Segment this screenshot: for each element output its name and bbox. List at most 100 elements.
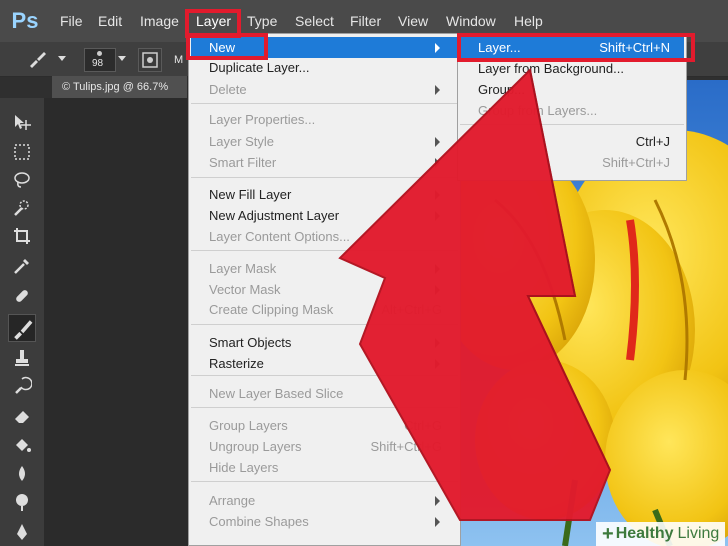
layer-menu-item-layer-properties[interactable]: Layer Properties... bbox=[209, 110, 446, 130]
submenu-arrow-icon bbox=[435, 338, 440, 348]
menu-item-label: Layer Properties... bbox=[209, 112, 316, 127]
watermark-logo: + Healthy Living bbox=[596, 522, 726, 546]
clone-stamp-tool-icon[interactable] bbox=[12, 348, 32, 368]
menu-item-shortcut: Ctrl+G bbox=[404, 418, 442, 433]
layer-menu-item-new-layer-based-slice[interactable]: New Layer Based Slice bbox=[209, 384, 446, 404]
menu-separator-sep-2 bbox=[191, 177, 458, 178]
paint-bucket-tool-icon[interactable] bbox=[12, 436, 32, 456]
submenu-item-shortcut: Shift+Ctrl+J bbox=[602, 155, 670, 170]
submenu-arrow-icon bbox=[435, 264, 440, 274]
submenu-arrow-icon bbox=[435, 43, 440, 53]
new-submenu-item-shortcut-5[interactable]: Shift+Ctrl+J bbox=[478, 153, 678, 173]
layer-menu-item-new-fill-layer[interactable]: New Fill Layer bbox=[209, 185, 446, 205]
tools-panel bbox=[0, 98, 45, 546]
layer-menu-item-smart-objects[interactable]: Smart Objects bbox=[209, 333, 446, 353]
layer-menu-item-smart-filter[interactable]: Smart Filter bbox=[209, 153, 446, 173]
layer-item-callout bbox=[457, 33, 695, 62]
menu-separator-sep-5 bbox=[191, 375, 458, 376]
brush-panel-icon bbox=[142, 52, 158, 68]
new-submenu-item-group-from-layers[interactable]: Group from Layers... bbox=[478, 101, 678, 121]
brush-size-picker[interactable]: 98 bbox=[84, 48, 116, 72]
new-item-callout bbox=[186, 33, 268, 60]
menu-item-label: Smart Objects bbox=[209, 335, 292, 350]
brush-tool-icon[interactable] bbox=[26, 48, 48, 70]
submenu-item-label: Group... bbox=[478, 82, 525, 97]
layer-menu-dropdown: New Duplicate Layer... Delete Layer Propert… bbox=[188, 33, 461, 546]
document-tab[interactable]: © Tulips.jpg @ 66.7% bbox=[52, 76, 188, 98]
eraser-tool-icon[interactable] bbox=[12, 406, 32, 426]
healing-brush-tool-icon[interactable] bbox=[12, 286, 32, 306]
photoshop-window: Ps File Edit Image Layer Type Select Fil… bbox=[0, 0, 728, 546]
menu-item-label: Duplicate Layer... bbox=[209, 60, 310, 75]
menu-item-label: Create Clipping Mask bbox=[209, 302, 334, 317]
pen-tool-icon[interactable] bbox=[12, 522, 32, 542]
brush-dot-icon bbox=[97, 51, 102, 56]
tool-preset-chevron-down-icon[interactable] bbox=[58, 56, 66, 61]
dodge-tool-icon[interactable] bbox=[12, 492, 32, 512]
new-submenu-item-layer-from-background[interactable]: Layer from Background... bbox=[478, 59, 678, 79]
submenu-arrow-icon bbox=[435, 285, 440, 295]
submenu-item-shortcut: Ctrl+J bbox=[635, 134, 670, 149]
submenu-arrow-icon bbox=[435, 517, 440, 527]
submenu-arrow-icon bbox=[435, 190, 440, 200]
layer-menu-item-ungroup-layers[interactable]: Ungroup Layers Shift+Ctrl+G bbox=[209, 437, 446, 457]
watermark-word-1: Healthy bbox=[615, 525, 674, 542]
submenu-arrow-icon bbox=[435, 211, 440, 221]
marquee-tool-icon[interactable] bbox=[12, 142, 32, 162]
submenu-item-label: Layer from Background... bbox=[478, 61, 624, 76]
layer-menu-item-layer-mask[interactable]: Layer Mask bbox=[209, 259, 446, 279]
menu-separator-sep-6 bbox=[191, 407, 458, 408]
menu-item-label: Layer Style bbox=[209, 134, 275, 149]
menu-separator-sep-7 bbox=[191, 481, 458, 482]
layer-menu-item-arrange[interactable]: Arrange bbox=[209, 491, 446, 511]
menu-edit[interactable]: Edit bbox=[98, 0, 122, 42]
menu-item-label: Hide Layers bbox=[209, 460, 279, 475]
brush-tool-selected-icon[interactable] bbox=[8, 314, 36, 342]
layer-menu-item-group-layers[interactable]: Group Layers Ctrl+G bbox=[209, 416, 446, 436]
menu-image[interactable]: Image bbox=[140, 0, 179, 42]
layer-menu-item-hide-layers[interactable]: Hide Layers bbox=[209, 458, 446, 478]
watermark-word-2: Living bbox=[677, 525, 720, 542]
menu-file[interactable]: File bbox=[60, 0, 83, 42]
layer-menu-item-combine-shapes[interactable]: Combine Shapes bbox=[209, 512, 446, 532]
history-brush-tool-icon[interactable] bbox=[12, 376, 33, 396]
new-submenu-item-shortcut-4[interactable]: Ctrl+J bbox=[478, 132, 678, 152]
lasso-tool-icon[interactable] bbox=[12, 170, 32, 190]
layer-menu-item-vector-mask[interactable]: Vector Mask bbox=[209, 280, 446, 300]
submenu-separator bbox=[460, 124, 684, 125]
layer-menu-item-layer-content-options[interactable]: Layer Content Options... bbox=[209, 227, 446, 247]
layer-menu-item-rasterize[interactable]: Rasterize bbox=[209, 354, 446, 374]
quick-selection-tool-icon[interactable] bbox=[12, 198, 32, 218]
submenu-arrow-icon bbox=[435, 158, 440, 168]
menu-item-label: Combine Shapes bbox=[209, 514, 309, 529]
watermark-plus-icon: + bbox=[602, 523, 614, 545]
menu-item-label: Layer Mask bbox=[209, 261, 277, 276]
move-tool-icon[interactable] bbox=[12, 112, 32, 132]
layer-menu-item-new-adjustment-layer[interactable]: New Adjustment Layer bbox=[209, 206, 446, 226]
menu-separator-sep-3 bbox=[191, 250, 458, 251]
brush-panel-toggle[interactable] bbox=[138, 48, 162, 72]
eyedropper-tool-icon[interactable] bbox=[12, 256, 32, 276]
photoshop-logo: Ps bbox=[11, 8, 39, 33]
menu-item-label: Group Layers bbox=[209, 418, 288, 433]
submenu-arrow-icon bbox=[435, 85, 440, 95]
mode-label-fragment: M bbox=[174, 54, 184, 66]
crop-tool-icon[interactable] bbox=[12, 226, 32, 246]
menu-item-label: Smart Filter bbox=[209, 155, 277, 170]
layer-menu-item-create-clipping-mask[interactable]: Create Clipping Mask Alt+Ctrl+G bbox=[209, 300, 446, 320]
brush-picker-chevron-down-icon[interactable] bbox=[118, 56, 126, 61]
submenu-arrow-icon bbox=[435, 359, 440, 369]
menu-item-label: New Layer Based Slice bbox=[209, 386, 344, 401]
layer-menu-item-layer-style[interactable]: Layer Style bbox=[209, 132, 446, 152]
submenu-item-label: Group from Layers... bbox=[478, 103, 598, 118]
menu-item-label: New Adjustment Layer bbox=[209, 208, 340, 223]
layer-menu-item-delete[interactable]: Delete bbox=[209, 80, 446, 100]
menu-item-label: New Fill Layer bbox=[209, 187, 292, 202]
new-submenu-item-group[interactable]: Group... bbox=[478, 80, 678, 100]
menu-item-shortcut: Shift+Ctrl+G bbox=[370, 439, 442, 454]
layer-menu-item-duplicate-layer[interactable]: Duplicate Layer... bbox=[209, 58, 446, 78]
brush-size-value: 98 bbox=[92, 58, 104, 69]
blur-tool-icon[interactable] bbox=[12, 464, 32, 484]
menu-item-label: Vector Mask bbox=[209, 282, 281, 297]
menu-item-label: Delete bbox=[209, 82, 247, 97]
